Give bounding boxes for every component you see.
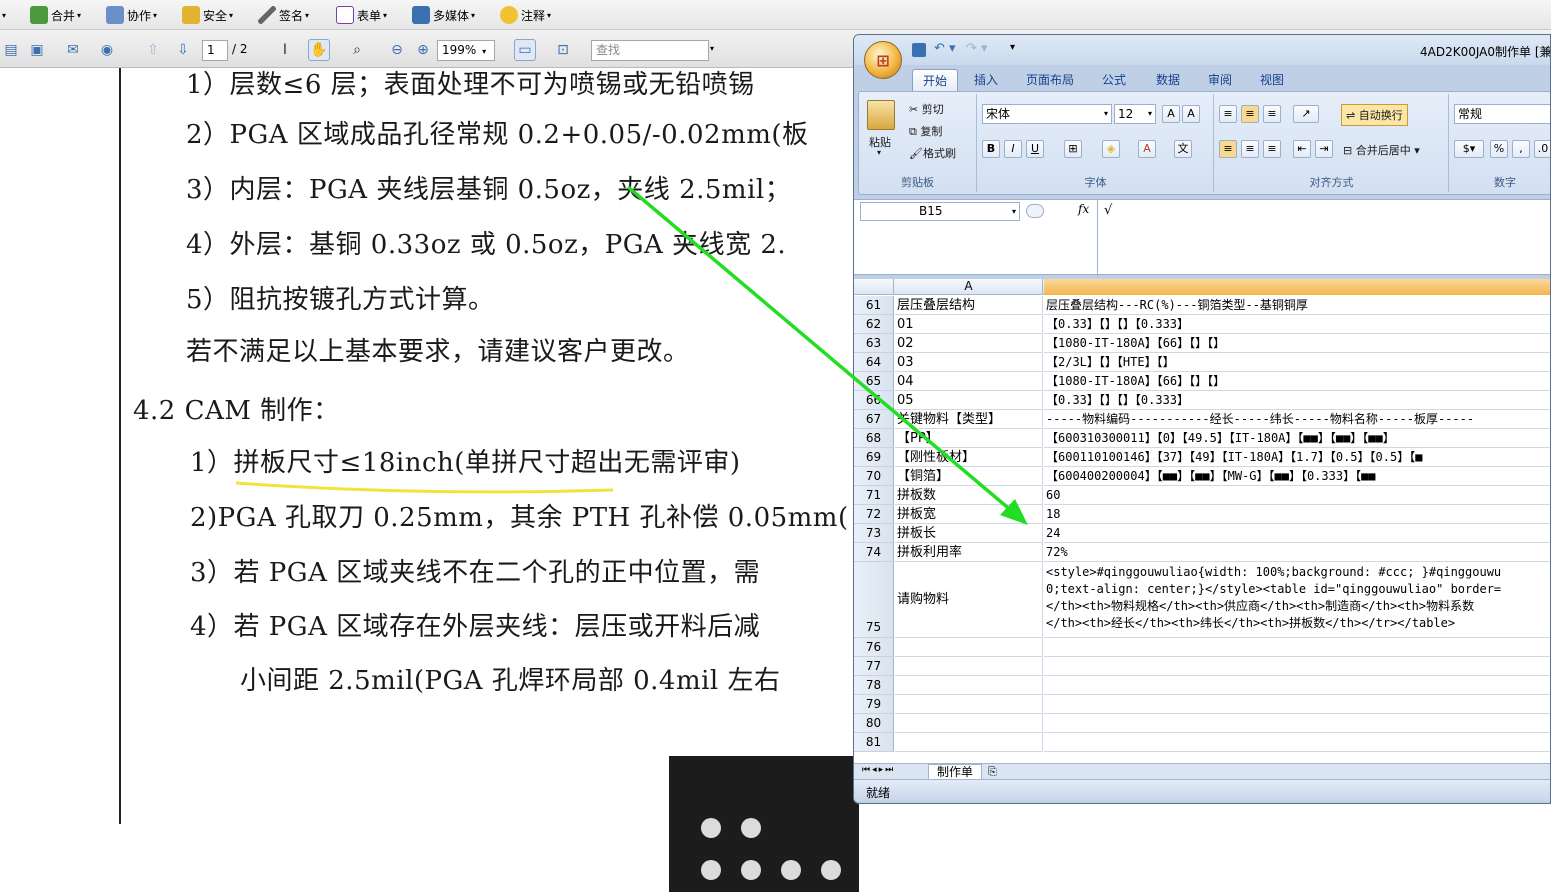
yellow-underline-annotation: [235, 481, 614, 494]
pcb-pad: [741, 860, 761, 880]
pcb-pad: [821, 860, 841, 880]
annotation-overlay: [235, 185, 1028, 525]
pcb-pad: [781, 860, 801, 880]
pcb-pad: [701, 860, 721, 880]
green-arrow-annotation: [626, 185, 1015, 514]
